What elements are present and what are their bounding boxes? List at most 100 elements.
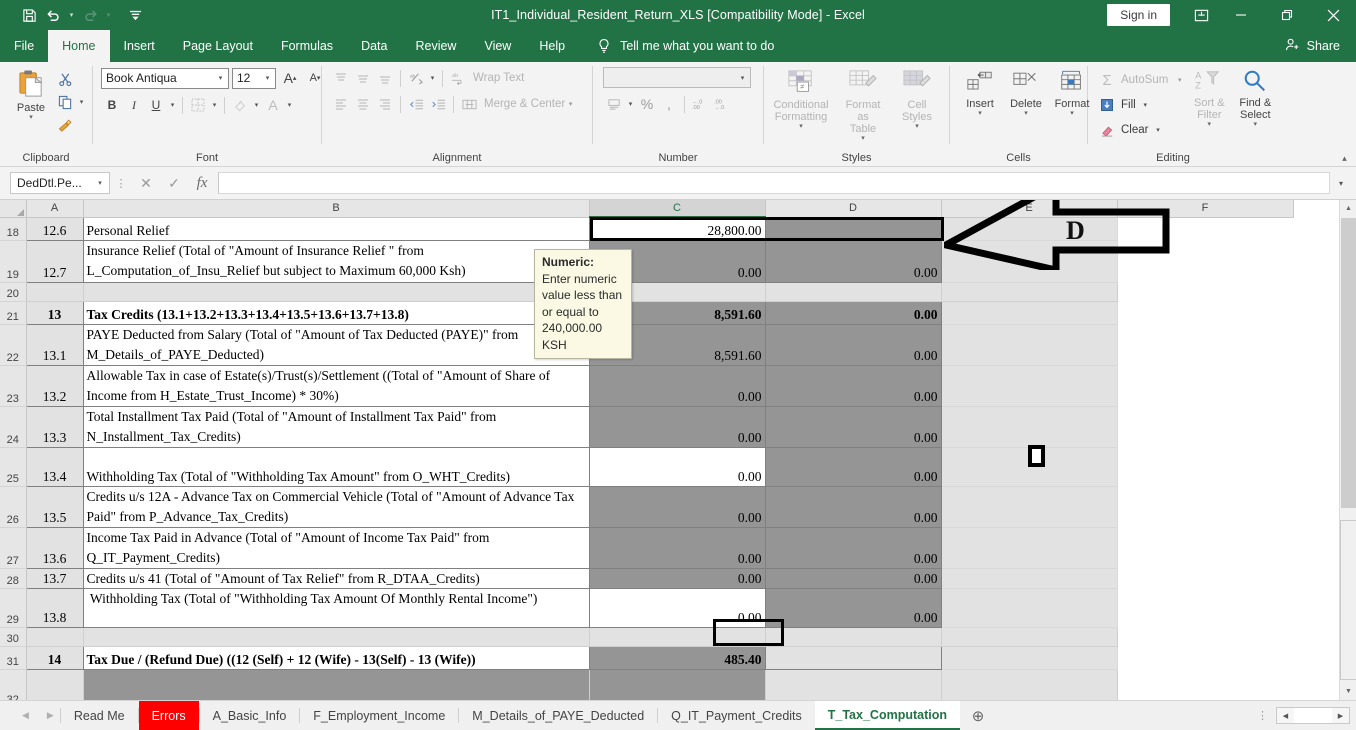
cell-b24[interactable]: Total Installment Tax Paid (Total of "Am… (83, 406, 590, 448)
tab-file[interactable]: File (0, 30, 48, 62)
customize-quick-access-toolbar-icon[interactable] (124, 4, 146, 26)
cell-f26[interactable] (1117, 486, 1293, 527)
cell-b22[interactable]: PAYE Deducted from Salary (Total of "Amo… (83, 324, 590, 366)
cell-e27[interactable] (941, 527, 1118, 569)
cell-d28[interactable]: 0.00 (765, 568, 942, 589)
sheet-tab-q-it-payment-credits[interactable]: Q_IT_Payment_Credits (658, 701, 815, 730)
underline-dropdown-icon[interactable]: ▾ (167, 101, 178, 109)
row-header-28[interactable]: 28 (0, 568, 27, 589)
cell-a29[interactable]: 13.8 (26, 588, 84, 628)
vertical-scrollbar[interactable]: ▲ ▼ (1339, 200, 1356, 700)
vertical-scroll-lower-track[interactable] (1340, 520, 1356, 680)
cell-e23[interactable] (941, 365, 1118, 407)
cell-e20[interactable] (941, 282, 1118, 302)
tab-review[interactable]: Review (401, 30, 470, 62)
decrease-indent-icon[interactable] (405, 93, 427, 115)
add-sheet-icon[interactable]: ⊕ (960, 701, 996, 730)
underline-button[interactable]: U (145, 94, 167, 116)
cell-b25[interactable]: Withholding Tax (Total of "Withholding T… (83, 447, 590, 487)
font-name-input[interactable]: Book Antiqua ▾ (101, 67, 229, 89)
cell-d19[interactable]: 0.00 (765, 240, 942, 283)
cell-e32[interactable] (941, 669, 1118, 700)
column-header-a[interactable]: A (26, 200, 84, 218)
borders-icon[interactable] (187, 94, 209, 116)
save-icon[interactable] (18, 4, 40, 26)
row-header-26[interactable]: 26 (0, 486, 27, 528)
annotation-resize-handle[interactable] (1028, 445, 1045, 467)
cell-d29[interactable]: 0.00 (765, 588, 942, 628)
fill-color-icon[interactable] (229, 94, 251, 116)
cell-f25[interactable] (1117, 447, 1293, 486)
table-row[interactable]: 25 13.4 Withholding Tax (Total of "Withh… (0, 447, 1293, 487)
find-select-button[interactable]: Find & Select ▾ (1233, 67, 1277, 128)
copy-icon[interactable] (54, 91, 76, 113)
orientation-dropdown-icon[interactable]: ▾ (427, 74, 438, 82)
cell-c25[interactable]: 0.00 (589, 447, 766, 487)
borders-dropdown-icon[interactable]: ▾ (209, 101, 220, 109)
table-row[interactable]: 29 13.8 Withholding Tax (Total of "Withh… (0, 588, 1293, 628)
cell-d21[interactable]: 0.00 (765, 301, 942, 325)
row-header-18[interactable]: 18 (0, 217, 27, 241)
table-row[interactable]: 19 12.7 Insurance Relief (Total of "Amou… (0, 240, 1293, 283)
cell-d22[interactable]: 0.00 (765, 324, 942, 366)
row-header-19[interactable]: 19 (0, 240, 27, 283)
accounting-format-icon[interactable] (603, 93, 625, 115)
cell-c31[interactable]: 485.40 (589, 646, 766, 670)
enter-icon[interactable]: ✓ (160, 172, 188, 194)
cell-a27[interactable]: 13.6 (26, 527, 84, 569)
cell-b23[interactable]: Allowable Tax in case of Estate(s)/Trust… (83, 365, 590, 407)
column-header-f[interactable]: F (1117, 200, 1294, 218)
row-header-23[interactable]: 23 (0, 365, 27, 407)
fill-icon[interactable] (1096, 94, 1118, 116)
cell-b19[interactable]: Insurance Relief (Total of "Amount of In… (83, 240, 590, 283)
cell-a25[interactable]: 13.4 (26, 447, 84, 487)
table-row[interactable]: 22 13.1 PAYE Deducted from Salary (Total… (0, 324, 1293, 366)
sheet-tab-t-tax-computation[interactable]: T_Tax_Computation (814, 701, 960, 730)
format-dropdown-icon[interactable]: ▾ (1070, 110, 1074, 117)
cell-a20[interactable] (26, 282, 84, 302)
undo-dropdown-icon[interactable]: ▾ (66, 11, 77, 19)
clear-icon[interactable] (1096, 119, 1118, 141)
cell-f24[interactable] (1117, 406, 1293, 447)
increase-indent-icon[interactable] (427, 93, 449, 115)
paste-button[interactable]: Paste ▾ (8, 67, 54, 121)
cell-b21[interactable]: Tax Credits (13.1+13.2+13.3+13.4+13.5+13… (83, 301, 590, 325)
cell-d31[interactable] (765, 646, 942, 670)
table-row[interactable]: 18 12.6 Personal Relief 28,800.00 (0, 217, 1293, 241)
accounting-dropdown-icon[interactable]: ▾ (625, 100, 636, 108)
cell-c23[interactable]: 0.00 (589, 365, 766, 407)
sheet-tab-f-employment-income[interactable]: F_Employment_Income (300, 701, 458, 730)
table-row[interactable]: 23 13.2 Allowable Tax in case of Estate(… (0, 365, 1293, 407)
align-middle-icon[interactable] (352, 67, 374, 89)
cell-c24[interactable]: 0.00 (589, 406, 766, 448)
sheet-tab-a-basic-info[interactable]: A_Basic_Info (200, 701, 300, 730)
tell-me-search[interactable]: Tell me what you want to do (579, 30, 786, 62)
percent-style-button[interactable]: % (636, 93, 658, 115)
cut-icon[interactable] (54, 68, 76, 90)
name-box[interactable]: DedDtl.Pe... ▾ (10, 172, 110, 194)
tab-view[interactable]: View (470, 30, 525, 62)
cell-a30[interactable] (26, 627, 84, 647)
scroll-down-icon[interactable]: ▼ (1340, 683, 1356, 700)
cell-f32[interactable] (1117, 669, 1293, 700)
increase-font-size-icon[interactable]: A ▴ (279, 67, 301, 89)
cell-e30[interactable] (941, 627, 1118, 647)
insert-dropdown-icon[interactable]: ▾ (978, 110, 982, 117)
cell-d30[interactable] (765, 627, 942, 647)
table-row[interactable]: 28 13.7 Credits u/s 41 (Total of "Amount… (0, 568, 1293, 589)
name-box-dropdown-icon[interactable]: ▾ (93, 179, 107, 187)
cell-b26[interactable]: Credits u/s 12A - Advance Tax on Commerc… (83, 486, 590, 528)
cell-f19[interactable] (1117, 240, 1293, 282)
horizontal-scrollbar[interactable]: ◀ ▶ (1276, 707, 1350, 724)
font-name-dropdown-icon[interactable]: ▾ (213, 74, 228, 82)
column-header-b[interactable]: B (83, 200, 590, 218)
undo-icon[interactable] (42, 4, 64, 26)
tab-home[interactable]: Home (48, 30, 110, 62)
cell-c27[interactable]: 0.00 (589, 527, 766, 569)
cell-e31[interactable] (941, 646, 1118, 670)
sheet-tab-errors[interactable]: Errors (138, 701, 199, 730)
row-header-20[interactable]: 20 (0, 282, 27, 302)
cell-c28[interactable]: 0.00 (589, 568, 766, 589)
row-header-27[interactable]: 27 (0, 527, 27, 569)
cell-a28[interactable]: 13.7 (26, 568, 84, 589)
